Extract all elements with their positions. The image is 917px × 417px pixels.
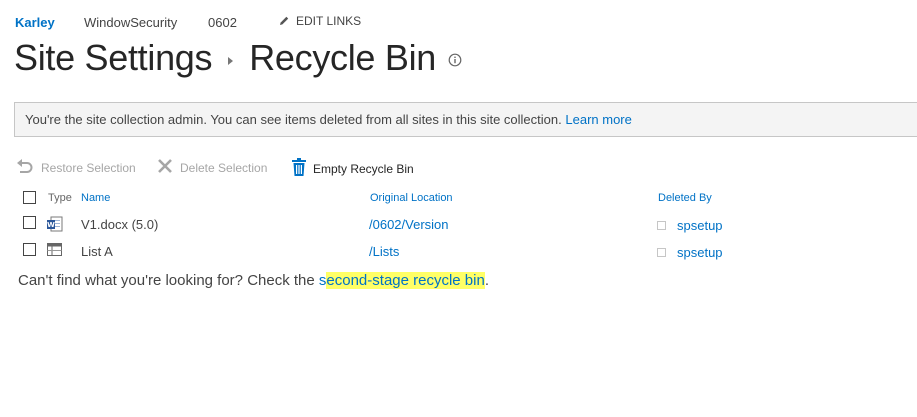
restore-selection-label: Restore Selection [41,160,136,175]
column-header-name[interactable]: Name [81,191,110,205]
topnav-link-0602[interactable]: 0602 [208,15,237,31]
info-icon[interactable] [448,53,462,72]
empty-recycle-bin-label: Empty Recycle Bin [313,161,414,176]
select-all-checkbox[interactable] [23,191,36,204]
page-title: Site Settings Recycle Bin [14,36,462,80]
row-original-location-link[interactable]: /0602/Version [369,217,449,233]
row-checkbox[interactable] [23,243,36,256]
breadcrumb-current: Recycle Bin [249,37,436,78]
empty-recycle-bin-button[interactable]: Empty Recycle Bin [292,158,414,179]
row-deleted-by-link[interactable]: spsetup [677,245,723,261]
breadcrumb-separator-icon [228,57,234,65]
topnav-link-karley[interactable]: Karley [15,15,55,31]
edit-links-label: EDIT LINKS [296,14,362,28]
delete-selection-button[interactable]: Delete Selection [157,158,267,177]
delete-x-icon [157,158,173,177]
learn-more-link[interactable]: Learn more [565,112,631,127]
presence-indicator-icon [657,248,666,257]
banner-text: You're the site collection admin. You ca… [25,112,562,127]
row-name: V1.docx (5.0) [81,217,159,232]
svg-text:W: W [47,221,55,229]
breadcrumb-site-settings[interactable]: Site Settings [14,36,213,80]
pencil-icon [278,15,290,27]
column-header-type: Type [48,192,72,204]
presence-indicator-icon [657,221,666,230]
row-deleted-by-link[interactable]: spsetup [677,218,723,234]
topnav-link-windowsecurity[interactable]: WindowSecurity [84,15,177,31]
second-stage-recycle-bin-link[interactable]: second-stage recycle bin [319,272,485,289]
second-stage-message: Can't find what you're looking for? Chec… [18,272,490,289]
restore-selection-button[interactable]: Restore Selection [16,158,136,177]
second-stage-message-text: Can't find what you're looking for? Chec… [18,272,319,289]
row-checkbox[interactable] [23,216,36,229]
edit-links-button[interactable]: EDIT LINKS [278,14,361,28]
restore-icon [16,158,34,177]
column-header-original-location[interactable]: Original Location [370,191,453,205]
row-original-location-link[interactable]: /Lists [369,244,399,260]
list-icon [47,243,62,261]
trash-icon [292,158,306,179]
column-header-deleted-by[interactable]: Deleted By [658,191,712,205]
admin-info-banner: You're the site collection admin. You ca… [14,102,917,137]
row-name: List A [81,244,113,259]
word-document-icon: W [47,216,63,237]
delete-selection-label: Delete Selection [180,160,268,175]
